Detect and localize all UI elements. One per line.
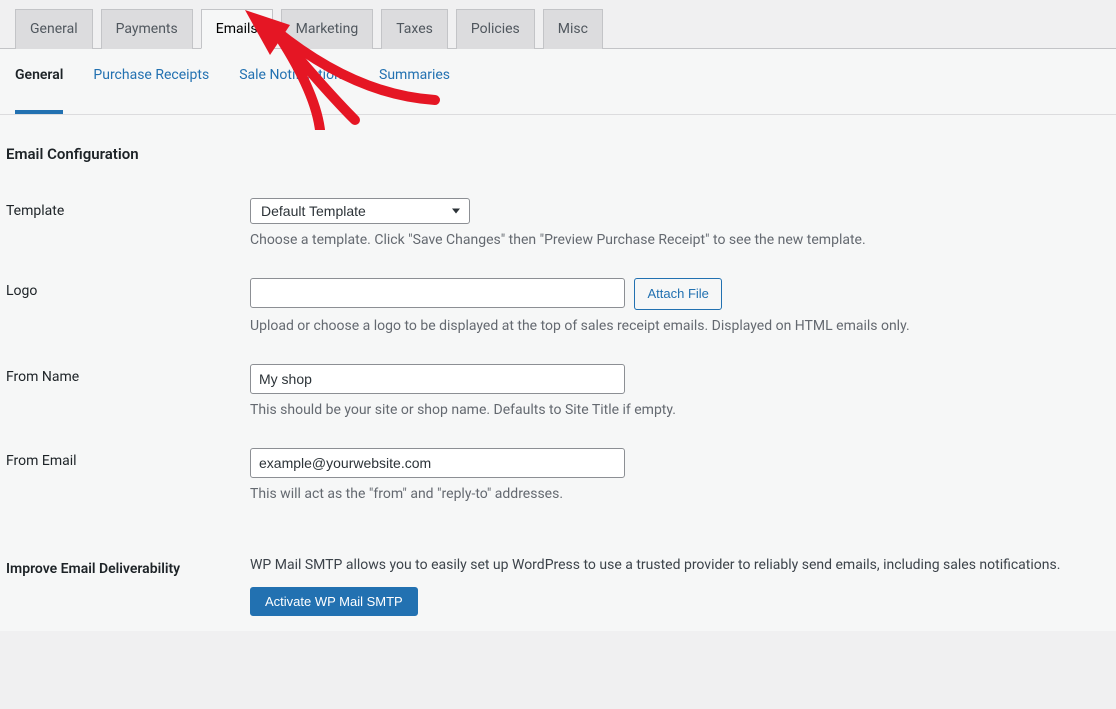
content: General Purchase Receipts Sale Notificat… bbox=[0, 49, 1116, 631]
label-from-email: From Email bbox=[0, 433, 240, 517]
subtab-summaries[interactable]: Summaries bbox=[379, 67, 450, 98]
logo-input[interactable] bbox=[250, 278, 625, 308]
row-deliverability: Improve Email Deliverability WP Mail SMT… bbox=[0, 517, 1116, 631]
section-title: Email Configuration bbox=[0, 145, 1116, 183]
tab-payments[interactable]: Payments bbox=[101, 9, 193, 49]
activate-smtp-button[interactable]: Activate WP Mail SMTP bbox=[250, 587, 418, 616]
from-email-input[interactable] bbox=[250, 448, 625, 478]
template-description: Choose a template. Click "Save Changes" … bbox=[250, 232, 1106, 248]
sub-tabs: General Purchase Receipts Sale Notificat… bbox=[0, 49, 1116, 115]
attach-file-button[interactable]: Attach File bbox=[634, 278, 721, 310]
row-logo: Logo Attach File Upload or choose a logo… bbox=[0, 263, 1116, 349]
from-email-description: This will act as the "from" and "reply-t… bbox=[250, 486, 1106, 502]
main-tabs: General Payments Emails Marketing Taxes … bbox=[0, 0, 1116, 49]
logo-description: Upload or choose a logo to be displayed … bbox=[250, 318, 1106, 334]
row-from-name: From Name This should be your site or sh… bbox=[0, 349, 1116, 433]
template-select[interactable]: Default Template bbox=[250, 198, 470, 224]
label-deliverability: Improve Email Deliverability bbox=[0, 517, 240, 631]
subtab-sale-notifications[interactable]: Sale Notifications bbox=[239, 67, 349, 98]
tab-policies[interactable]: Policies bbox=[456, 9, 535, 49]
label-template: Template bbox=[0, 183, 240, 263]
tab-emails[interactable]: Emails bbox=[201, 9, 273, 49]
tab-taxes[interactable]: Taxes bbox=[381, 9, 448, 49]
settings-form: Template Default Template Choose a templ… bbox=[0, 183, 1116, 631]
subtab-purchase-receipts[interactable]: Purchase Receipts bbox=[93, 67, 209, 98]
tab-general[interactable]: General bbox=[15, 9, 93, 49]
deliverability-description: WP Mail SMTP allows you to easily set up… bbox=[250, 557, 1060, 573]
tab-marketing[interactable]: Marketing bbox=[281, 9, 374, 49]
subtab-general[interactable]: General bbox=[15, 67, 63, 114]
from-name-input[interactable] bbox=[250, 364, 625, 394]
from-name-description: This should be your site or shop name. D… bbox=[250, 402, 1106, 418]
row-from-email: From Email This will act as the "from" a… bbox=[0, 433, 1116, 517]
label-logo: Logo bbox=[0, 263, 240, 349]
label-from-name: From Name bbox=[0, 349, 240, 433]
row-template: Template Default Template Choose a templ… bbox=[0, 183, 1116, 263]
tab-misc[interactable]: Misc bbox=[543, 9, 603, 49]
